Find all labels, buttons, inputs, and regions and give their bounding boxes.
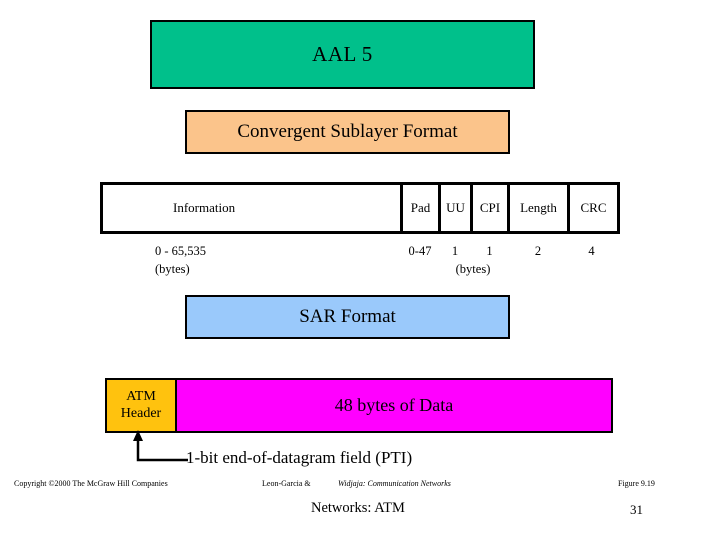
footer-authors: Leon-Garcia & (262, 479, 311, 488)
field-cell-uu: UU (441, 185, 473, 231)
footer-figure-number: Figure 9.19 (618, 479, 655, 488)
field-cell-crc: CRC (570, 185, 617, 231)
sar-format-heading-label: SAR Format (299, 306, 396, 327)
field-size-length: 2 (534, 244, 542, 258)
field-label-information: Information (173, 200, 236, 215)
footer-course-title: Networks: ATM (311, 500, 405, 516)
sar-atm-header-line1: ATM (126, 389, 156, 405)
title-banner: AAL 5 (150, 20, 535, 89)
sar-format-heading: SAR Format (185, 295, 510, 339)
sar-atm-header-cell: ATM Header (107, 380, 177, 431)
field-label-cpi: CPI (479, 200, 501, 215)
field-units-right: (bytes) (455, 262, 491, 276)
field-label-length: Length (520, 200, 557, 215)
footer-book-title: Widjaja: Communication Networks (338, 479, 451, 488)
field-cell-pad: Pad (403, 185, 441, 231)
field-label-pad: Pad (410, 200, 431, 215)
field-cell-cpi: CPI (473, 185, 510, 231)
field-cell-length: Length (510, 185, 570, 231)
field-size-cpi: 1 (486, 244, 493, 258)
sar-payload-label: 48 bytes of Data (334, 395, 454, 415)
field-size-information: 0 - 65,535 (155, 244, 207, 258)
field-cell-information: Information (103, 185, 403, 231)
field-units-left: (bytes) (155, 262, 190, 276)
sar-cell-row: ATM Header 48 bytes of Data (105, 378, 613, 433)
footer-page-number: 31 (630, 502, 643, 517)
field-label-uu: UU (446, 200, 465, 215)
convergent-sublayer-field-row: Information Pad UU CPI Length CRC (100, 182, 620, 234)
field-size-crc: 4 (588, 244, 595, 258)
slide-title: AAL 5 (312, 42, 373, 66)
field-size-uu: 1 (451, 244, 459, 258)
field-size-pad: 0-47 (408, 244, 432, 258)
field-label-crc: CRC (580, 200, 607, 215)
callout-label: 1-bit end-of-datagram field (PTI) (186, 448, 413, 467)
sar-atm-header-line2: Header (120, 405, 162, 421)
sar-payload-cell: 48 bytes of Data (177, 380, 611, 431)
footer-copyright: Copyright ©2000 The McGraw Hill Companie… (14, 479, 168, 488)
convergent-sublayer-heading-label: Convergent Sublayer Format (237, 121, 458, 142)
convergent-sublayer-heading: Convergent Sublayer Format (185, 110, 510, 154)
slide-canvas: AAL 5 Convergent Sublayer Format Informa… (0, 0, 720, 540)
